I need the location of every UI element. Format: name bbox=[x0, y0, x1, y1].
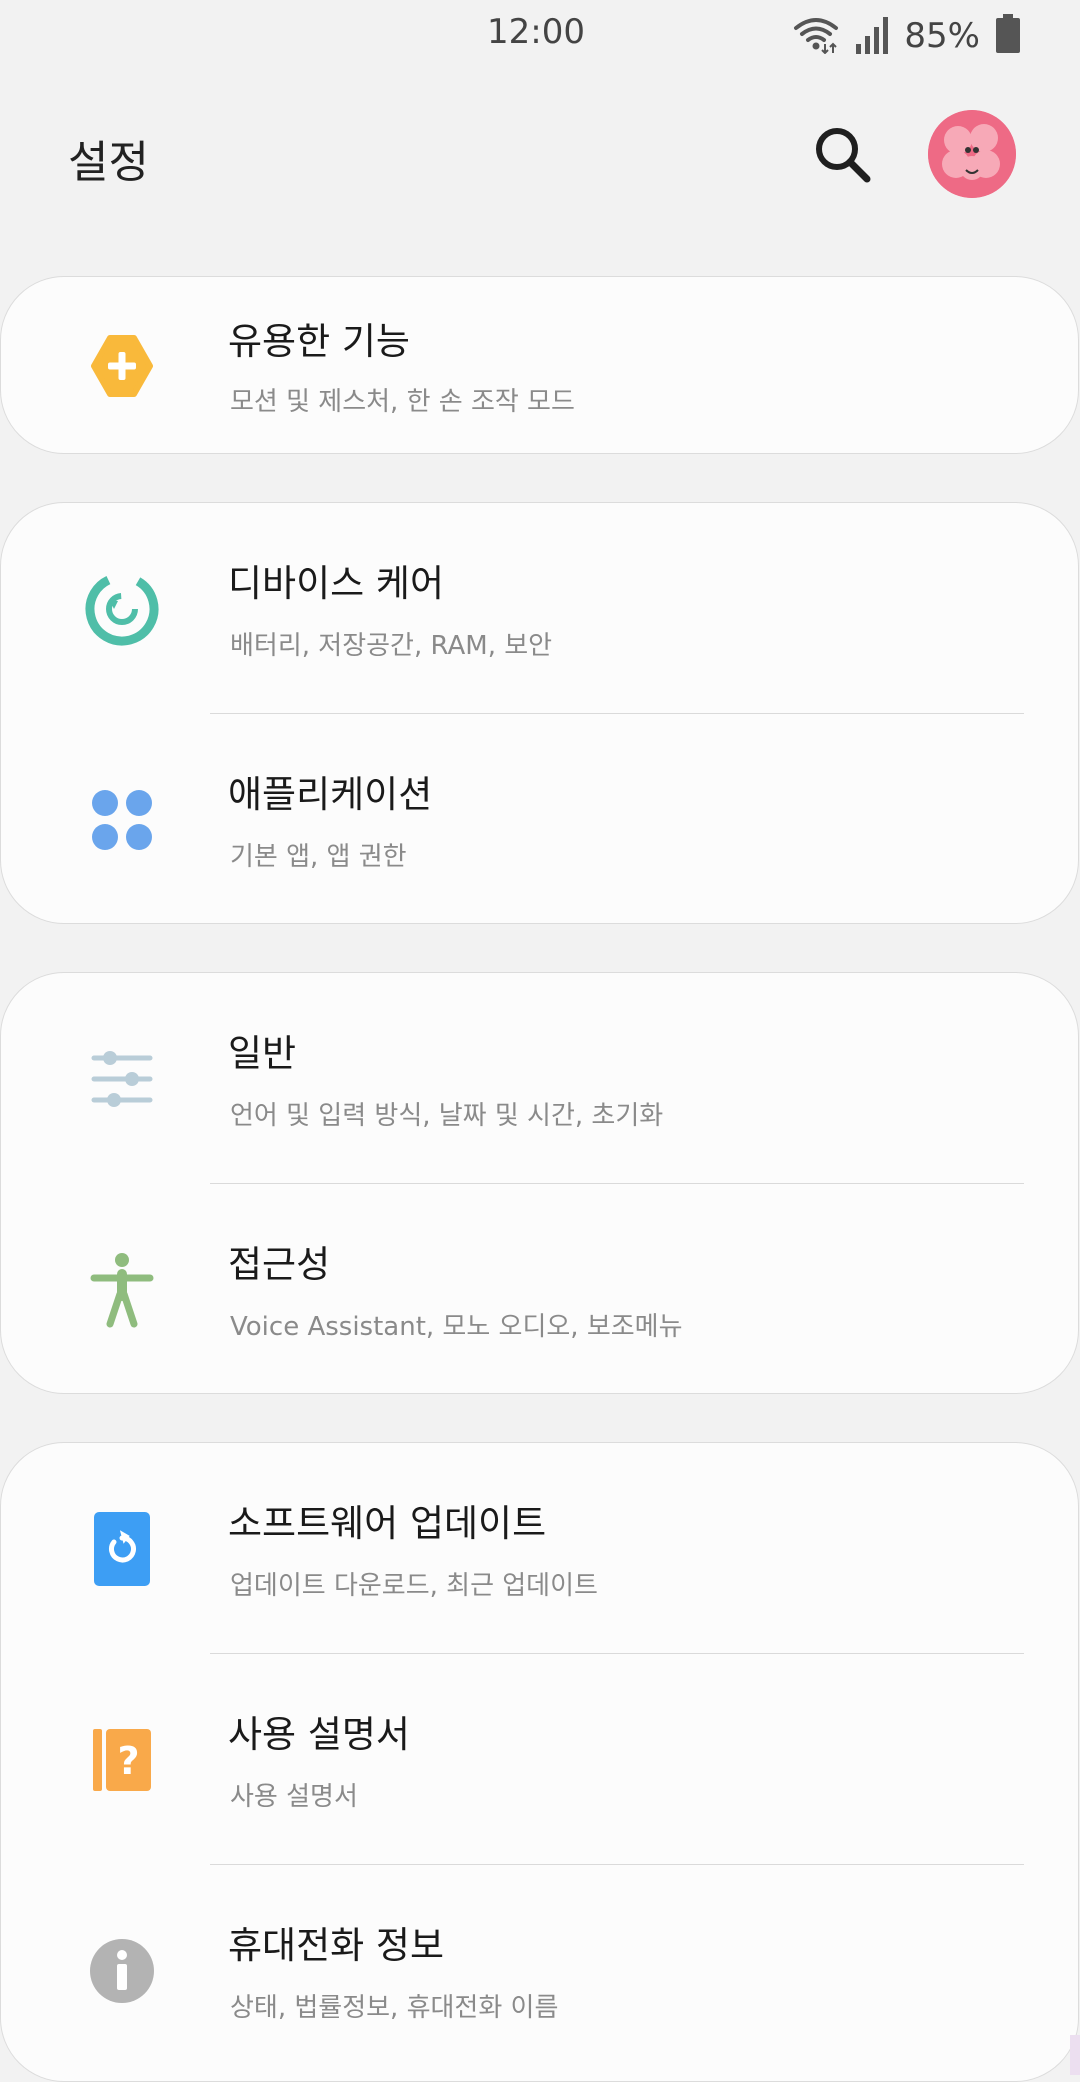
status-icons: 85% bbox=[792, 10, 1022, 62]
settings-item-advanced-features[interactable]: 유용한 기능 모션 및 제스처, 한 손 조작 모드 bbox=[1, 277, 1078, 455]
search-icon bbox=[816, 128, 871, 183]
settings-item-user-manual[interactable]: ? 사용 설명서 사용 설명서 bbox=[1, 1654, 1078, 1865]
page-title: 설정 bbox=[68, 137, 149, 188]
item-subtitle: 상태, 법률정보, 휴대전화 이름 bbox=[230, 1993, 559, 2023]
apps-icon bbox=[81, 779, 163, 861]
item-title: 일반 bbox=[228, 1032, 297, 1075]
settings-item-accessibility[interactable]: 접근성 Voice Assistant, 모노 오디오, 보조메뉴 bbox=[1, 1184, 1078, 1395]
navigation-edge bbox=[1070, 2035, 1080, 2075]
item-title: 소프트웨어 업데이트 bbox=[228, 1502, 547, 1545]
svg-text:?: ? bbox=[117, 1739, 139, 1783]
settings-item-general-management[interactable]: 일반 언어 및 입력 방식, 날짜 및 시간, 초기화 bbox=[1, 973, 1078, 1184]
settings-item-apps[interactable]: 애플리케이션 기본 앱, 앱 권한 bbox=[1, 714, 1078, 925]
status-bar: 12:00 85% bbox=[0, 0, 1080, 72]
item-title: 디바이스 케어 bbox=[228, 562, 445, 605]
item-title: 사용 설명서 bbox=[228, 1713, 410, 1756]
settings-card-2: 디바이스 케어 배터리, 저장공간, RAM, 보안 애플리케이션 기본 앱, … bbox=[0, 502, 1079, 924]
item-subtitle: 업데이트 다운로드, 최근 업데이트 bbox=[230, 1571, 598, 1601]
item-title: 유용한 기능 bbox=[228, 320, 410, 363]
settings-item-device-care[interactable]: 디바이스 케어 배터리, 저장공간, RAM, 보안 bbox=[1, 503, 1078, 714]
settings-card-4: 소프트웨어 업데이트 업데이트 다운로드, 최근 업데이트 ? 사용 설명서 사… bbox=[0, 1442, 1079, 2082]
item-subtitle: 모션 및 제스처, 한 손 조작 모드 bbox=[230, 387, 575, 417]
item-subtitle: 기본 앱, 앱 권한 bbox=[230, 842, 407, 872]
settings-item-software-update[interactable]: 소프트웨어 업데이트 업데이트 다운로드, 최근 업데이트 bbox=[1, 1443, 1078, 1654]
battery-icon bbox=[994, 14, 1022, 58]
item-subtitle: Voice Assistant, 모노 오디오, 보조메뉴 bbox=[230, 1312, 683, 1342]
software-update-icon bbox=[81, 1508, 163, 1590]
status-time: 12:00 bbox=[487, 12, 585, 52]
item-title: 애플리케이션 bbox=[228, 773, 433, 816]
settings-item-about-phone[interactable]: 휴대전화 정보 상태, 법률정보, 휴대전화 이름 bbox=[1, 1865, 1078, 2076]
avatar[interactable] bbox=[928, 110, 1016, 198]
general-management-icon bbox=[81, 1038, 163, 1120]
about-phone-icon bbox=[81, 1930, 163, 2012]
user-manual-icon: ? bbox=[81, 1719, 163, 1801]
item-subtitle: 사용 설명서 bbox=[230, 1782, 358, 1812]
signal-icon bbox=[854, 14, 890, 58]
accessibility-icon bbox=[81, 1249, 163, 1331]
wifi-icon bbox=[792, 14, 840, 58]
settings-card-3: 일반 언어 및 입력 방식, 날짜 및 시간, 초기화 접근성 Voice As… bbox=[0, 972, 1079, 1394]
battery-percent: 85% bbox=[904, 16, 980, 56]
item-subtitle: 언어 및 입력 방식, 날짜 및 시간, 초기화 bbox=[230, 1101, 664, 1131]
settings-card-1: 유용한 기능 모션 및 제스처, 한 손 조작 모드 bbox=[0, 276, 1079, 454]
item-subtitle: 배터리, 저장공간, RAM, 보안 bbox=[230, 631, 553, 661]
device-care-icon bbox=[81, 568, 163, 650]
advanced-features-icon bbox=[81, 325, 163, 407]
item-title: 접근성 bbox=[228, 1243, 331, 1286]
app-header: 설정 bbox=[0, 90, 1080, 220]
item-title: 휴대전화 정보 bbox=[228, 1924, 445, 1967]
search-button[interactable] bbox=[808, 120, 878, 190]
